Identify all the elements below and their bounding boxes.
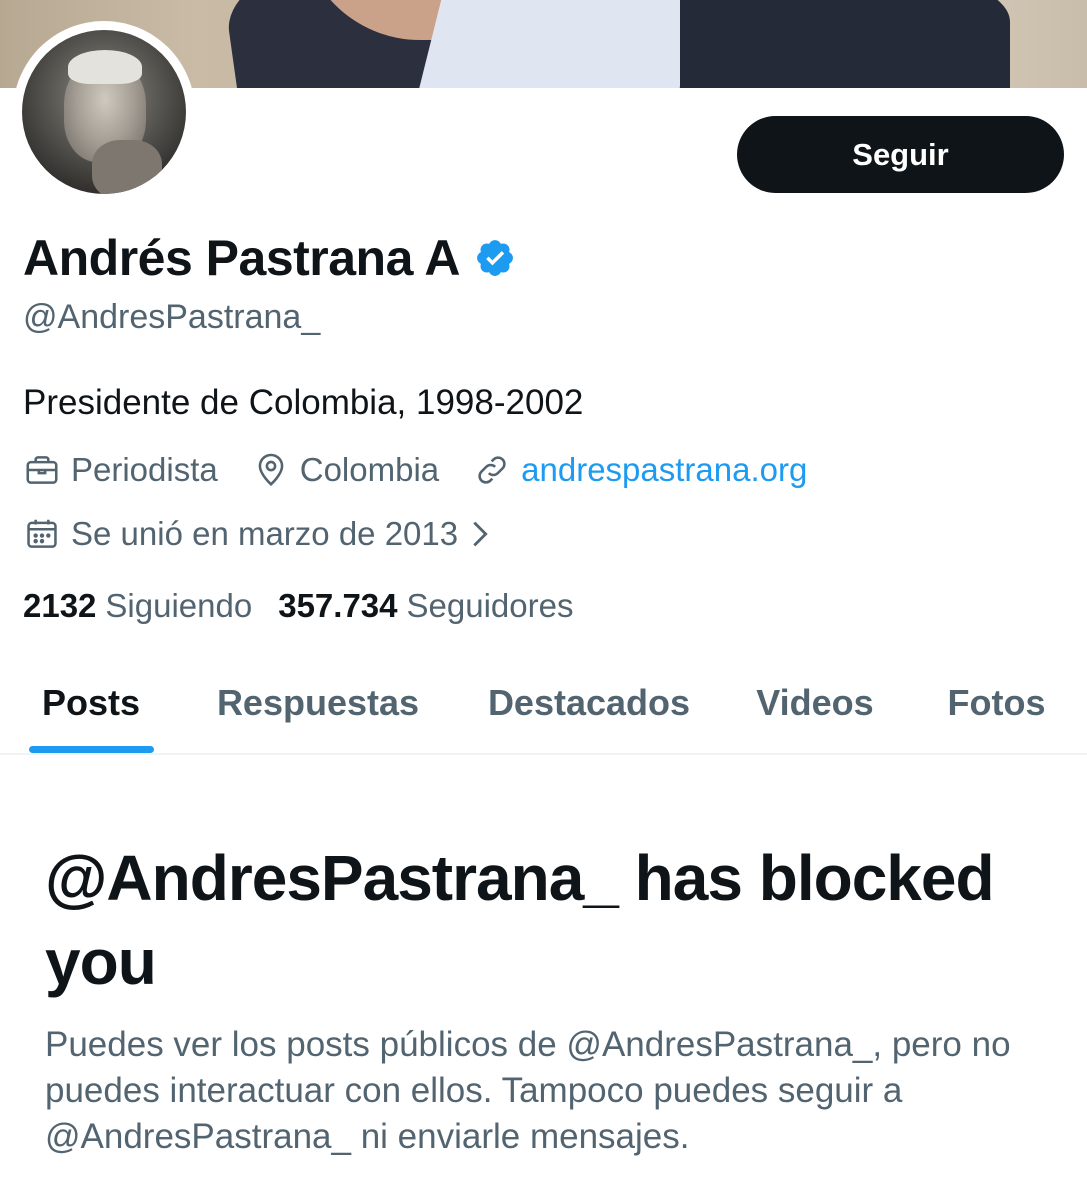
calendar-icon	[27, 519, 57, 548]
blocked-description: Puedes ver los posts públicos de @Andres…	[45, 1025, 1011, 1156]
profession-label: Periodista	[71, 451, 218, 488]
briefcase-icon	[26, 456, 58, 484]
follow-button[interactable]: Seguir	[737, 116, 1064, 193]
link-icon	[478, 456, 506, 484]
bio: Presidente de Colombia, 1998-2002	[23, 383, 584, 422]
location-label: Colombia	[299, 451, 440, 488]
followers-label[interactable]: Seguidores	[407, 587, 574, 625]
display-name: Andrés Pastrana A	[23, 230, 461, 286]
following-count[interactable]: 2132	[23, 587, 96, 625]
joined-label: Se unió en marzo de 2013	[71, 515, 459, 552]
chevron-right-icon[interactable]	[466, 517, 494, 551]
joined-row[interactable]: Se unió en marzo de 2013	[23, 512, 504, 556]
website-item[interactable]: andrespastrana.org	[473, 451, 807, 489]
avatar-photo	[22, 30, 186, 194]
website-link[interactable]: andrespastrana.org	[521, 451, 807, 489]
active-tab-indicator	[29, 746, 154, 753]
profile-tabs: Posts Respuestas Destacados Videos Fotos	[0, 655, 1087, 755]
follow-stats: 2132 Siguiendo 357.734 Seguidores	[23, 584, 599, 628]
tab-respuestas[interactable]: Respuestas	[182, 655, 454, 751]
profile-meta: Periodista Colombia andrespastrana.org	[23, 448, 841, 492]
name-row: Andrés Pastrana A	[23, 228, 516, 288]
handle: @AndresPastrana_	[23, 298, 321, 336]
tab-destacados[interactable]: Destacados	[454, 655, 724, 751]
avatar-hand-shape	[92, 140, 162, 194]
tab-posts[interactable]: Posts	[0, 655, 182, 751]
verified-badge-icon[interactable]	[474, 237, 516, 279]
avatar[interactable]	[13, 21, 195, 203]
tab-videos[interactable]: Videos	[724, 655, 906, 751]
blocked-title: @AndresPastrana_ has blocked you	[45, 842, 995, 998]
avatar-hair-shape	[68, 50, 142, 84]
banner-photo-shape	[416, 0, 704, 88]
tab-fotos[interactable]: Fotos	[906, 655, 1087, 751]
followers-count[interactable]: 357.734	[278, 587, 397, 625]
following-label[interactable]: Siguiendo	[105, 587, 252, 625]
banner-photo-shape	[680, 0, 1010, 88]
location-pin-icon	[258, 453, 284, 486]
profession-item: Periodista	[23, 451, 218, 489]
location-item: Colombia	[252, 451, 439, 489]
